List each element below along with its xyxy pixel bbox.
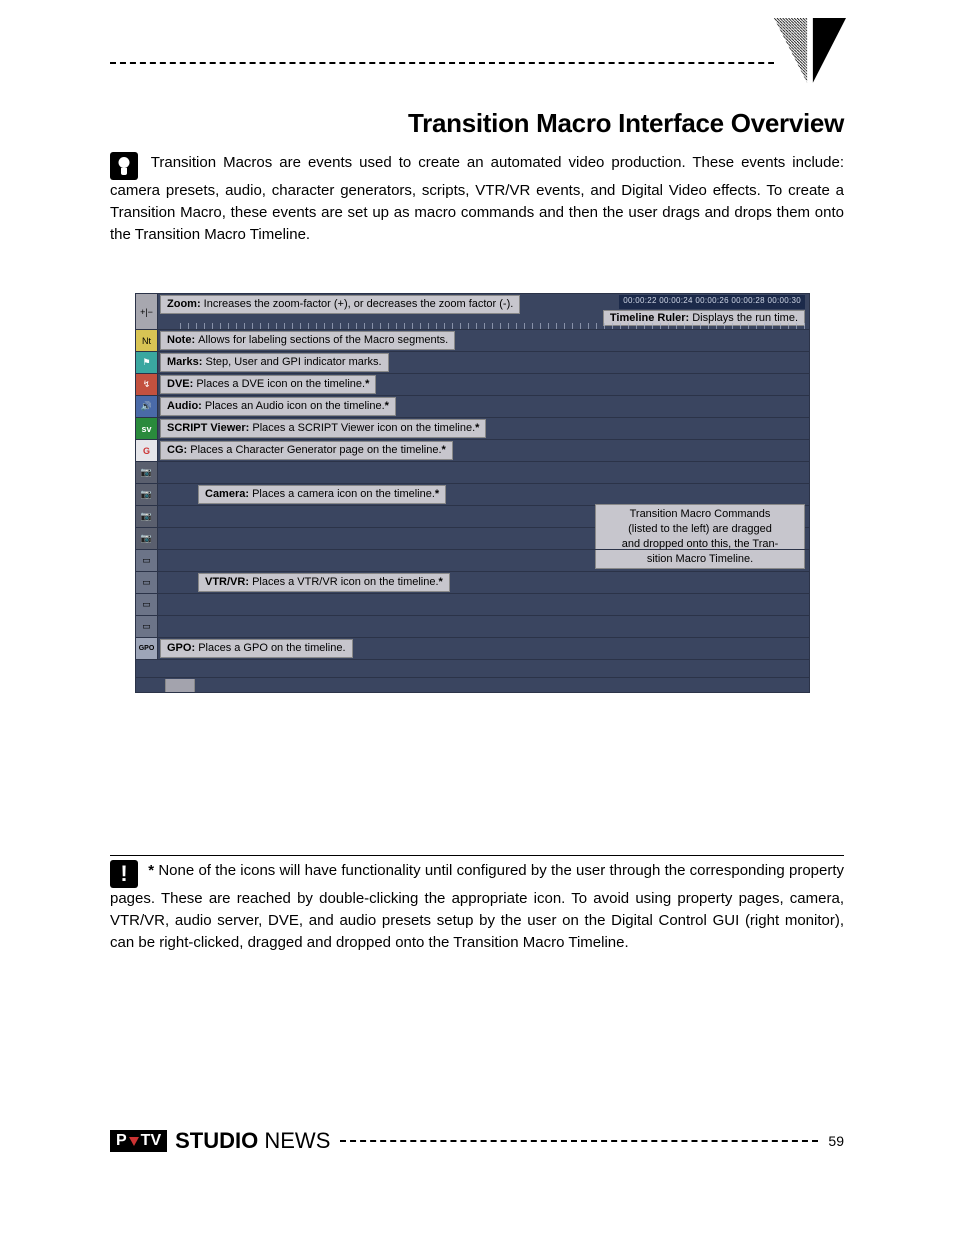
vtr-tool-icon[interactable]: ▭ [136, 594, 158, 615]
row-spacer [136, 660, 809, 678]
row-audio: 🔊 Audio: Places an Audio icon on the tim… [136, 396, 809, 418]
footer-logo-icon: PTV [110, 1130, 167, 1152]
camera-tool-icon[interactable]: 📷 [136, 484, 158, 505]
footer-brand: STUDIO NEWS [175, 1128, 330, 1154]
vtr-tool-icon[interactable]: ▭ [136, 572, 158, 593]
script-tool-icon[interactable]: sv [136, 418, 158, 439]
callout-cg: CG: Places a Character Generator page on… [160, 441, 453, 460]
page-title: Transition Macro Interface Overview [110, 108, 844, 139]
row-vtr-4: ▭ [136, 616, 809, 638]
row-marks: ⚑ Marks: Step, User and GPI indicator ma… [136, 352, 809, 374]
footnote-asterisk: * [148, 862, 154, 879]
camera-tool-icon[interactable]: 📷 [136, 506, 158, 527]
callout-note: Note: Allows for labeling sections of th… [160, 331, 455, 350]
timeline-ruler: 00:00:22 00:00:24 00:00:26 00:00:28 00:0… [619, 295, 805, 309]
callout-dve: DVE: Places a DVE icon on the timeline.* [160, 375, 376, 394]
row-camera-4: 📷 [136, 528, 809, 550]
cg-tool-icon[interactable]: G [136, 440, 158, 461]
intro-text: Transition Macros are events used to cre… [110, 154, 844, 243]
callout-marks: Marks: Step, User and GPI indicator mark… [160, 353, 389, 372]
exclamation-icon: ! [110, 860, 138, 888]
row-camera-2: 📷 Camera: Places a camera icon on the ti… [136, 484, 809, 506]
callout-script: SCRIPT Viewer: Places a SCRIPT Viewer ic… [160, 419, 486, 438]
gpo-tool-icon[interactable]: GPO [136, 638, 158, 659]
footnote-block: ! * None of the icons will have function… [110, 855, 844, 953]
callout-audio: Audio: Places an Audio icon on the timel… [160, 397, 396, 416]
callout-zoom: Zoom: Increases the zoom-factor (+), or … [160, 295, 520, 314]
audio-tool-icon[interactable]: 🔊 [136, 396, 158, 417]
dve-tool-icon[interactable]: ↯ [136, 374, 158, 395]
row-scrollbar [136, 678, 809, 692]
row-vtr-3: ▭ [136, 594, 809, 616]
footnote-text: None of the icons will have functionalit… [110, 862, 844, 951]
callout-gpo: GPO: Places a GPO on the timeline. [160, 639, 353, 658]
row-vtr-2: ▭ VTR/VR: Places a VTR/VR icon on the ti… [136, 572, 809, 594]
row-camera-1: 📷 [136, 462, 809, 484]
timeline-screenshot: +|− Zoom: Increases the zoom-factor (+),… [135, 293, 810, 693]
ruler-ticks [180, 323, 809, 329]
row-header: +|− Zoom: Increases the zoom-factor (+),… [136, 294, 809, 330]
row-cg: G CG: Places a Character Generator page … [136, 440, 809, 462]
row-vtr-1: ▭ [136, 550, 809, 572]
page-footer: PTV STUDIO NEWS 59 [110, 1128, 844, 1154]
note-tool-icon[interactable]: Nt [136, 330, 158, 351]
page-number: 59 [828, 1133, 844, 1149]
vtr-tool-icon[interactable]: ▭ [136, 550, 158, 571]
top-dashed-rule [110, 62, 844, 64]
camera-tool-icon[interactable]: 📷 [136, 528, 158, 549]
row-script: sv SCRIPT Viewer: Places a SCRIPT Viewer… [136, 418, 809, 440]
marks-tool-icon[interactable]: ⚑ [136, 352, 158, 373]
zoom-tool-icon[interactable]: +|− [136, 294, 158, 329]
row-gpo: GPO GPO: Places a GPO on the timeline. [136, 638, 809, 660]
intro-paragraph: Transition Macros are events used to cre… [110, 152, 844, 245]
row-note: Nt Note: Allows for labeling sections of… [136, 330, 809, 352]
corner-logo-icon [774, 18, 846, 90]
callout-vtr: VTR/VR: Places a VTR/VR icon on the time… [198, 573, 450, 592]
callout-camera: Camera: Places a camera icon on the time… [198, 485, 446, 504]
footer-dashed-rule [340, 1140, 818, 1142]
row-camera-3: 📷 Transition Macro Commands (listed to t… [136, 506, 809, 528]
row-dve: ↯ DVE: Places a DVE icon on the timeline… [136, 374, 809, 396]
lightbulb-icon [110, 152, 138, 180]
camera-tool-icon[interactable]: 📷 [136, 462, 158, 483]
vtr-tool-icon[interactable]: ▭ [136, 616, 158, 637]
